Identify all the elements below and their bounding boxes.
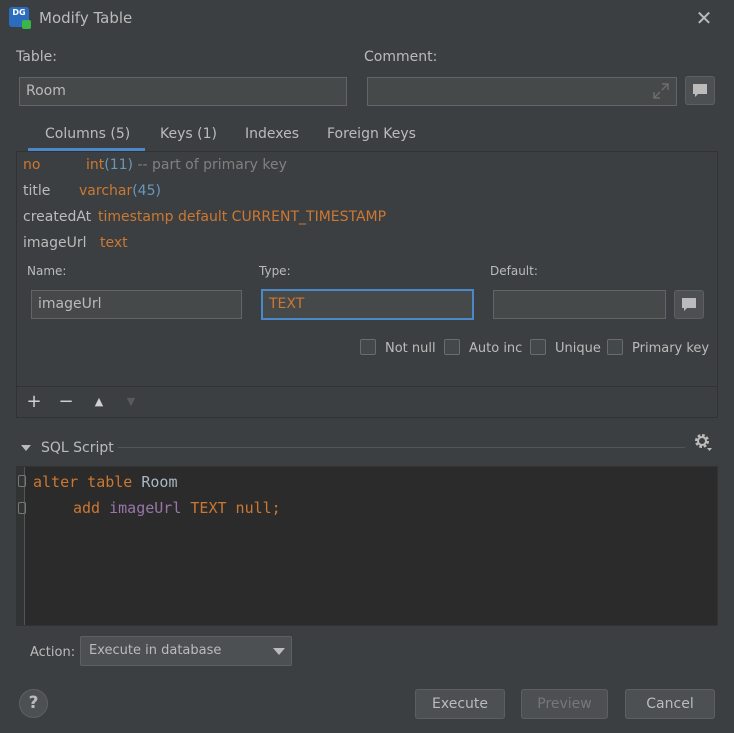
table-name-input[interactable]: Room: [19, 77, 347, 106]
execute-button[interactable]: Execute: [415, 689, 505, 719]
move-up-icon[interactable]: ▲: [90, 393, 108, 411]
fold-marker-icon[interactable]: [18, 475, 26, 487]
speech-bubble-icon: [693, 84, 707, 97]
cancel-button[interactable]: Cancel: [625, 689, 715, 719]
chevron-down-icon: [273, 648, 285, 655]
auto-inc-label: Auto inc: [469, 341, 523, 356]
tab-columns[interactable]: Columns (5): [45, 126, 130, 142]
unique-checkbox[interactable]: [530, 339, 546, 355]
type-label: Type:: [259, 264, 291, 278]
sql-keyword: alter table: [33, 473, 133, 491]
primary-key-label: Primary key: [632, 341, 710, 356]
tab-foreign-keys[interactable]: Foreign Keys: [327, 126, 416, 142]
column-row[interactable]: no int(11) -- part of primary key: [23, 157, 287, 173]
comment-dialog-button[interactable]: [685, 76, 715, 105]
comment-label: Comment:: [364, 49, 438, 65]
column-row[interactable]: createdAt timestamp default CURRENT_TIMES…: [23, 209, 386, 225]
comment-input[interactable]: [367, 77, 677, 106]
column-name: no: [23, 157, 41, 173]
sql-script-label[interactable]: SQL Script: [41, 440, 114, 456]
sql-table-name: Room: [141, 473, 178, 491]
action-label: Action:: [30, 645, 76, 660]
preview-button[interactable]: Preview: [521, 689, 608, 719]
editor-gutter: [17, 467, 25, 625]
code-line-1: alter table Room: [33, 473, 178, 491]
column-name: imageUrl: [23, 235, 87, 251]
action-select[interactable]: Execute in database: [80, 636, 292, 666]
default-label: Default:: [490, 264, 538, 278]
column-name: createdAt: [23, 209, 92, 225]
column-row[interactable]: title varchar(45): [23, 183, 161, 199]
sql-column-name: imageUrl: [109, 499, 182, 517]
not-null-checkbox[interactable]: [360, 339, 376, 355]
code-line-2: add imageUrl TEXT null;: [73, 499, 281, 517]
tab-keys[interactable]: Keys (1): [160, 126, 217, 142]
column-name-input[interactable]: imageUrl: [31, 290, 242, 319]
column-type-input[interactable]: TEXT: [261, 289, 474, 320]
window-title: Modify Table: [39, 9, 133, 27]
expand-icon[interactable]: [652, 82, 670, 100]
sql-keyword: add: [73, 499, 101, 517]
column-comment-button[interactable]: [674, 290, 704, 319]
column-row[interactable]: imageUrl text: [23, 235, 128, 251]
column-type: int: [86, 157, 105, 173]
sql-type: TEXT null;: [190, 499, 281, 517]
tab-indexes[interactable]: Indexes: [245, 126, 299, 142]
section-divider: [118, 447, 685, 448]
fold-marker-icon[interactable]: [18, 502, 26, 514]
column-size: (11): [104, 157, 134, 173]
gear-icon[interactable]: [692, 431, 714, 453]
close-icon[interactable]: ✕: [694, 8, 714, 28]
primary-key-checkbox[interactable]: [607, 339, 623, 355]
not-null-label: Not null: [385, 341, 436, 356]
table-label: Table:: [16, 49, 57, 65]
collapse-icon[interactable]: [20, 442, 32, 452]
column-size: (45): [132, 183, 161, 199]
move-down-icon[interactable]: ▼: [122, 393, 140, 411]
default-input[interactable]: [493, 290, 666, 319]
unique-label: Unique: [555, 341, 601, 356]
help-button[interactable]: ?: [19, 689, 48, 718]
remove-icon[interactable]: −: [57, 393, 75, 411]
action-select-value: Execute in database: [89, 643, 222, 658]
column-type: timestamp default CURRENT_TIMESTAMP: [98, 209, 387, 225]
speech-bubble-icon: [682, 298, 696, 311]
column-comment: -- part of primary key: [137, 157, 287, 173]
auto-inc-checkbox[interactable]: [444, 339, 460, 355]
column-type: varchar: [79, 183, 133, 199]
column-name: title: [23, 183, 51, 199]
app-icon: DG: [9, 7, 31, 29]
column-type: text: [100, 235, 128, 251]
add-icon[interactable]: +: [25, 393, 43, 411]
name-label: Name:: [27, 264, 67, 278]
